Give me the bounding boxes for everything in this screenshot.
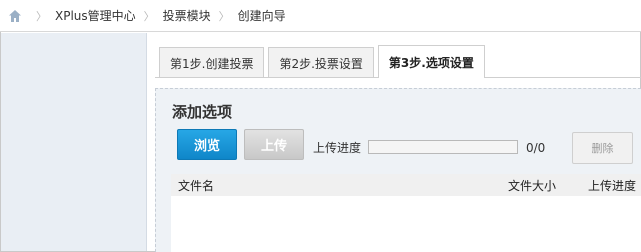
column-header-filename: 文件名 xyxy=(178,179,215,193)
column-header-progress: 上传进度 xyxy=(588,179,637,193)
breadcrumb: 〉 XPlus管理中心 〉 投票模块 〉 创建向导 xyxy=(0,0,641,32)
delete-button[interactable]: 删除 xyxy=(572,132,633,164)
file-table-header xyxy=(171,174,641,196)
file-table-body xyxy=(171,196,641,252)
breadcrumb-item-vote-module[interactable]: 投票模块 xyxy=(163,7,211,24)
browse-button[interactable]: 浏览 xyxy=(177,129,237,160)
upload-progress-count: 0/0 xyxy=(526,141,546,155)
tab-step-2[interactable]: 第2步.投票设置 xyxy=(268,47,374,78)
upload-progress-bar xyxy=(368,140,518,154)
chevron-right-icon: 〉 xyxy=(143,9,155,23)
chevron-right-icon: 〉 xyxy=(218,9,230,23)
home-icon[interactable] xyxy=(8,9,22,23)
panel-title: 添加选项 xyxy=(172,103,233,121)
wizard-tabs: 第1步.创建投票 第2步.投票设置 第3步.选项设置 xyxy=(159,45,489,78)
breadcrumb-item-wizard: 创建向导 xyxy=(237,9,286,23)
upload-button[interactable]: 上传 xyxy=(244,129,304,160)
column-header-filesize: 文件大小 xyxy=(508,179,557,193)
breadcrumb-item-xplus[interactable]: XPlus管理中心 xyxy=(55,7,136,24)
chevron-right-icon: 〉 xyxy=(36,9,47,23)
sidebar xyxy=(1,33,147,251)
upload-progress-label: 上传进度 xyxy=(313,141,362,155)
tab-step-3[interactable]: 第3步.选项设置 xyxy=(377,45,485,78)
tab-step-1[interactable]: 第1步.创建投票 xyxy=(159,47,265,78)
